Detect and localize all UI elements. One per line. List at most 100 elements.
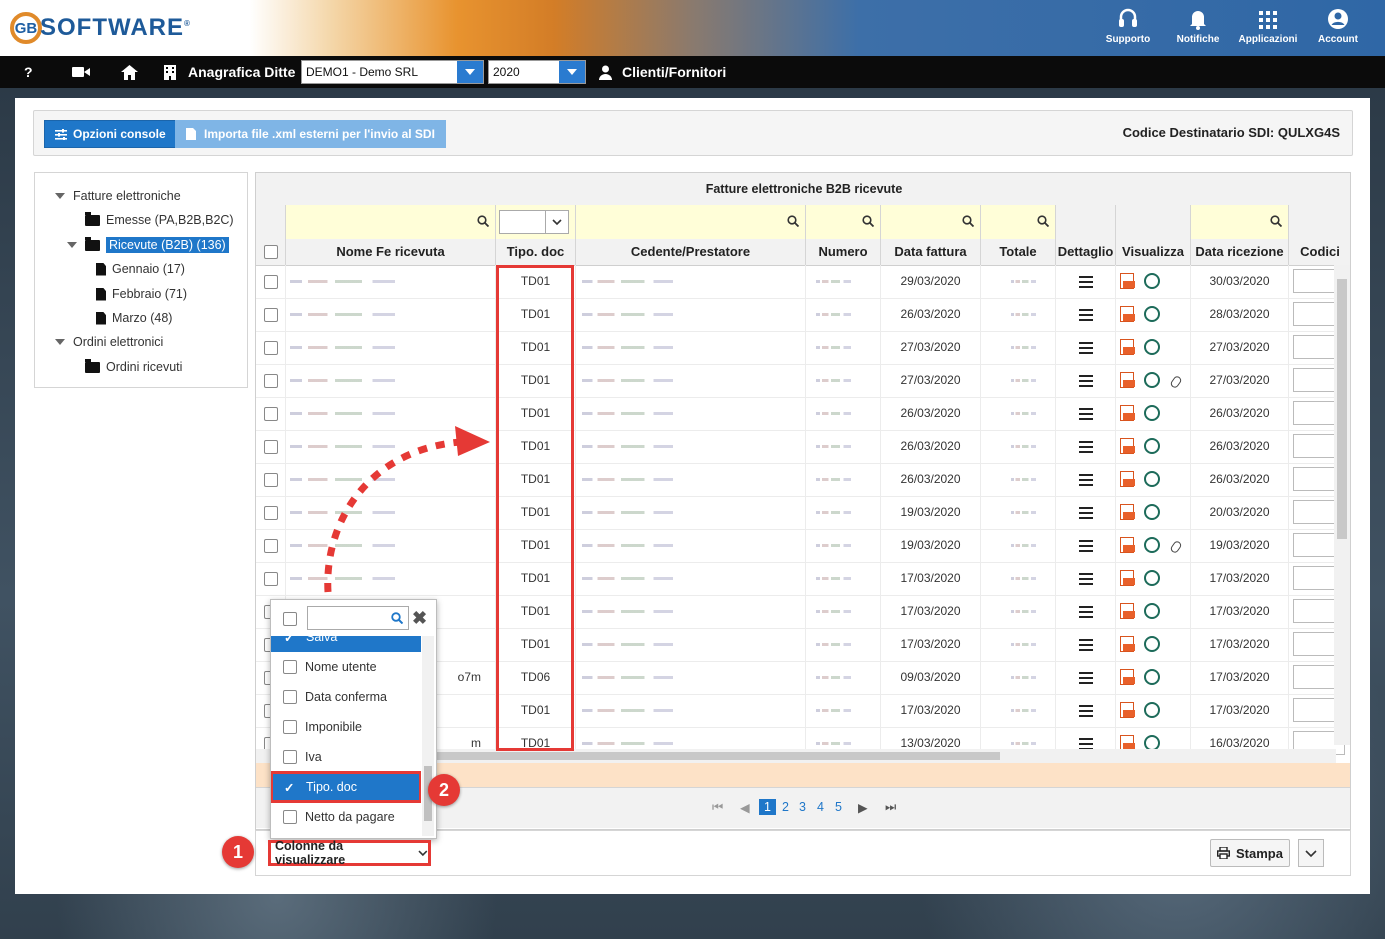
- page-3[interactable]: 3: [799, 800, 806, 814]
- search-icon[interactable]: [1270, 215, 1282, 227]
- column-option[interactable]: Nome utente: [271, 652, 421, 682]
- column-option[interactable]: Iva: [271, 742, 421, 772]
- pdf-icon[interactable]: [1120, 306, 1135, 322]
- agenzia-entrate-icon[interactable]: [1144, 273, 1160, 289]
- importa-xml-button[interactable]: Importa file .xml esterni per l'invio al…: [175, 120, 446, 148]
- filter-numero[interactable]: [806, 205, 881, 239]
- expand-icon[interactable]: [55, 193, 65, 199]
- option-checkbox[interactable]: [283, 750, 297, 764]
- chevron-down-icon[interactable]: [559, 61, 585, 83]
- dettaglio-menu-icon[interactable]: [1056, 562, 1116, 595]
- column-header-ric[interactable]: Data ricezione: [1191, 239, 1289, 265]
- table-row[interactable]: TD01 27/03/2020 27/03/2020: [256, 331, 1345, 365]
- search-icon[interactable]: [787, 215, 799, 227]
- pdf-icon[interactable]: [1120, 405, 1135, 421]
- pdf-icon[interactable]: [1120, 372, 1135, 388]
- column-header-numero[interactable]: Numero: [806, 239, 881, 265]
- expand-icon[interactable]: [67, 242, 77, 248]
- chevron-down-icon[interactable]: [457, 61, 483, 83]
- tree-emesse[interactable]: Emesse (PA,B2B,B2C): [85, 210, 234, 230]
- table-row[interactable]: TD01 29/03/2020 30/03/2020: [256, 265, 1345, 299]
- paperclip-icon[interactable]: [1169, 374, 1183, 390]
- pdf-icon[interactable]: [1120, 537, 1135, 553]
- filter-vis[interactable]: [1116, 205, 1191, 239]
- dettaglio-menu-icon[interactable]: [1056, 298, 1116, 331]
- dettaglio-menu-icon[interactable]: [1056, 661, 1116, 694]
- agenzia-entrate-icon[interactable]: [1144, 306, 1160, 322]
- pdf-icon[interactable]: [1120, 669, 1135, 685]
- pdf-icon[interactable]: [1120, 570, 1135, 586]
- pdf-icon[interactable]: [1120, 504, 1135, 520]
- prev-page-button[interactable]: ◀: [740, 800, 750, 815]
- row-checkbox[interactable]: [256, 397, 286, 430]
- row-checkbox[interactable]: [256, 496, 286, 529]
- dettaglio-menu-icon[interactable]: [1056, 397, 1116, 430]
- dettaglio-menu-icon[interactable]: [1056, 265, 1116, 298]
- next-page-button[interactable]: ▶: [858, 800, 868, 815]
- option-checkbox[interactable]: [283, 810, 297, 824]
- dettaglio-menu-icon[interactable]: [1056, 430, 1116, 463]
- select-all-checkbox[interactable]: [283, 612, 297, 626]
- filter-cedente[interactable]: [576, 205, 806, 239]
- applicazioni-button[interactable]: Applicazioni: [1233, 6, 1303, 45]
- tree-fatture-elettroniche[interactable]: Fatture elettroniche: [55, 186, 181, 206]
- notifiche-button[interactable]: Notifiche: [1163, 6, 1233, 45]
- agenzia-entrate-icon[interactable]: [1144, 570, 1160, 586]
- column-header-nome[interactable]: Nome Fe ricevuta: [286, 239, 496, 265]
- stampa-button[interactable]: Stampa: [1210, 839, 1290, 867]
- row-checkbox[interactable]: [256, 364, 286, 397]
- pdf-icon[interactable]: [1120, 339, 1135, 355]
- column-header-tipo[interactable]: Tipo. doc: [496, 239, 576, 265]
- search-icon[interactable]: [1037, 215, 1049, 227]
- column-option[interactable]: ✓ Tipo. doc: [271, 771, 421, 803]
- agenzia-entrate-icon[interactable]: [1144, 669, 1160, 685]
- tipo-doc-filter-select[interactable]: [499, 210, 569, 234]
- pdf-icon[interactable]: [1120, 603, 1135, 619]
- filter-data[interactable]: [881, 205, 981, 239]
- search-icon[interactable]: [862, 215, 874, 227]
- pdf-icon[interactable]: [1120, 702, 1135, 718]
- row-checkbox[interactable]: [256, 298, 286, 331]
- tree-ricevute[interactable]: Ricevute (B2B) (136): [67, 235, 229, 255]
- pdf-icon[interactable]: [1120, 273, 1135, 289]
- dettaglio-menu-icon[interactable]: [1056, 496, 1116, 529]
- expand-icon[interactable]: [55, 339, 65, 345]
- company-select[interactable]: DEMO1 - Demo SRL: [301, 60, 484, 84]
- colonne-da-visualizzare-button[interactable]: Colonne da visualizzare: [268, 839, 431, 867]
- filter-cod[interactable]: [1289, 205, 1350, 239]
- agenzia-entrate-icon[interactable]: [1144, 339, 1160, 355]
- option-checkbox[interactable]: [283, 690, 297, 704]
- dettaglio-menu-icon[interactable]: [1056, 529, 1116, 562]
- agenzia-entrate-icon[interactable]: [1144, 405, 1160, 421]
- option-checkbox[interactable]: [283, 720, 297, 734]
- vertical-scrollbar[interactable]: [1334, 265, 1350, 745]
- agenzia-entrate-icon[interactable]: [1144, 537, 1160, 553]
- check-icon[interactable]: ✓: [284, 636, 298, 645]
- row-checkbox[interactable]: [256, 430, 286, 463]
- dettaglio-menu-icon[interactable]: [1056, 463, 1116, 496]
- table-row[interactable]: TD01 26/03/2020 28/03/2020: [256, 298, 1345, 332]
- tree-ordini-ricevuti[interactable]: Ordini ricevuti: [85, 357, 182, 377]
- filter-nome[interactable]: [286, 205, 496, 239]
- clear-search-icon[interactable]: ✖: [412, 608, 427, 629]
- year-select[interactable]: 2020: [488, 60, 586, 84]
- stampa-dropdown-button[interactable]: [1298, 839, 1324, 867]
- search-icon[interactable]: [477, 215, 489, 227]
- agenzia-entrate-icon[interactable]: [1144, 702, 1160, 718]
- video-icon[interactable]: [72, 56, 90, 88]
- supporto-button[interactable]: Supporto: [1093, 6, 1163, 45]
- filter-totale[interactable]: [981, 205, 1056, 239]
- first-page-button[interactable]: ⏮: [712, 800, 723, 815]
- column-header-vis[interactable]: Visualizza: [1116, 239, 1191, 265]
- dettaglio-menu-icon[interactable]: [1056, 331, 1116, 364]
- row-checkbox[interactable]: [256, 529, 286, 562]
- dettaglio-menu-icon[interactable]: [1056, 364, 1116, 397]
- agenzia-entrate-icon[interactable]: [1144, 504, 1160, 520]
- column-option[interactable]: ✓ Salva: [271, 636, 421, 652]
- row-checkbox[interactable]: [256, 331, 286, 364]
- column-header-cod[interactable]: Codici: [1289, 239, 1350, 265]
- clienti-fornitori-link[interactable]: Clienti/Fornitori: [599, 56, 726, 88]
- check-icon[interactable]: ✓: [284, 780, 298, 795]
- home-icon[interactable]: [121, 56, 138, 88]
- row-checkbox[interactable]: [256, 562, 286, 595]
